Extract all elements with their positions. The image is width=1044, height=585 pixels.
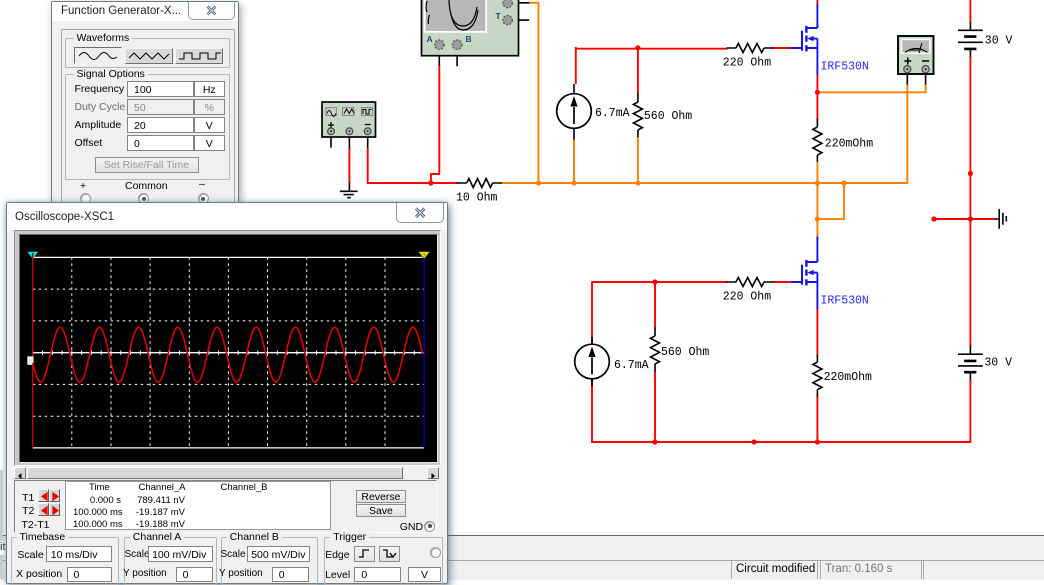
svg-text:220 Ohm: 220 Ohm	[723, 291, 771, 304]
svg-text:6.7mA: 6.7mA	[614, 359, 649, 372]
svg-text:220mOhm: 220mOhm	[825, 138, 873, 151]
svg-text:560 Ohm: 560 Ohm	[644, 110, 692, 123]
svg-text:2: 2	[422, 253, 426, 260]
svg-text:6.7mA: 6.7mA	[595, 107, 630, 120]
svg-text:IRF530N: IRF530N	[821, 61, 869, 74]
svg-text:T: T	[496, 11, 502, 21]
svg-text:220mOhm: 220mOhm	[824, 371, 872, 384]
svg-text:IRF530N: IRF530N	[821, 295, 869, 308]
svg-text:10 Ohm: 10 Ohm	[456, 192, 498, 205]
svg-text:B: B	[466, 34, 472, 44]
svg-text:30 V: 30 V	[984, 357, 1012, 370]
svg-text:30 V: 30 V	[985, 35, 1013, 48]
svg-text:560 Ohm: 560 Ohm	[661, 346, 709, 359]
svg-text:220 Ohm: 220 Ohm	[723, 57, 771, 70]
svg-text:A: A	[427, 34, 433, 44]
